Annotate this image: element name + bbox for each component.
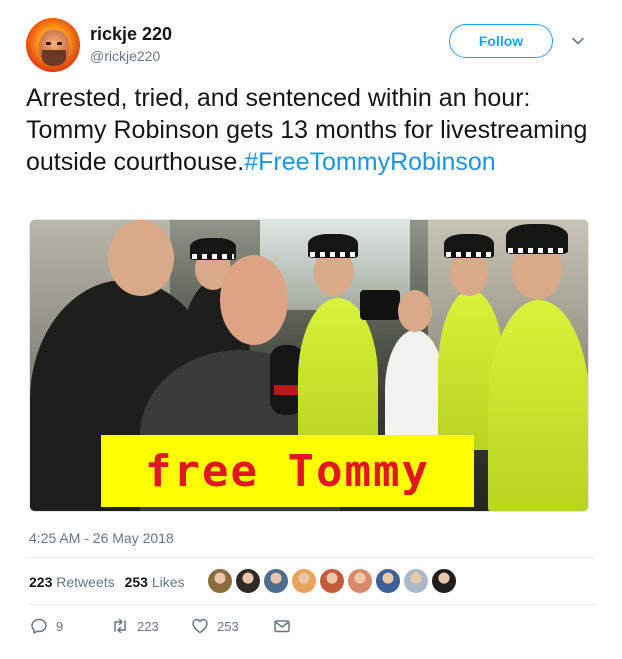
police-cap-band xyxy=(446,252,492,257)
retweet-count: 223 xyxy=(137,618,159,634)
liker-avatar[interactable] xyxy=(375,568,401,594)
photo-head xyxy=(108,220,174,296)
liker-avatar[interactable] xyxy=(235,568,261,594)
tweet-card: rickje 220 @rickje220 Follow Arrested, t… xyxy=(0,0,622,659)
retweet-button[interactable]: 223 xyxy=(111,617,191,635)
free-tommy-banner: free Tommy xyxy=(101,435,474,507)
chevron-down-icon[interactable] xyxy=(570,33,586,49)
likes-stat[interactable]: 253 Likes xyxy=(125,574,185,590)
photo-bystander xyxy=(385,330,445,450)
tweet-text: Arrested, tried, and sentenced within an… xyxy=(26,82,596,178)
liker-avatars xyxy=(207,568,459,594)
tweet-actions: 9 223 253 xyxy=(30,615,291,637)
like-count: 253 xyxy=(217,618,239,634)
retweet-icon xyxy=(114,618,126,634)
police-cap-band xyxy=(310,252,356,257)
liker-avatar[interactable] xyxy=(263,568,289,594)
screen-name[interactable]: @rickje220 xyxy=(90,48,160,64)
like-button[interactable]: 253 xyxy=(191,617,273,635)
retweets-count: 223 xyxy=(29,574,53,590)
direct-message-button[interactable] xyxy=(273,617,291,635)
likes-count: 253 xyxy=(124,574,148,590)
liker-avatar[interactable] xyxy=(347,568,373,594)
photo-officer-hivis xyxy=(298,298,378,458)
divider xyxy=(26,604,596,605)
liker-avatar[interactable] xyxy=(207,568,233,594)
reply-icon xyxy=(31,618,47,634)
photo-camera xyxy=(360,290,400,320)
avatar-eye xyxy=(46,42,51,45)
photo-speaker-head xyxy=(220,255,288,345)
tweet-photo[interactable]: free Tommy xyxy=(29,219,589,512)
photo-head xyxy=(398,290,432,332)
heart-icon xyxy=(192,618,208,634)
photo-mic-label xyxy=(274,385,300,395)
avatar-beard xyxy=(42,50,66,66)
retweets-stat[interactable]: 223 Retweets xyxy=(29,574,115,590)
divider xyxy=(26,557,596,558)
retweets-label: Retweets xyxy=(56,574,115,590)
liker-avatar[interactable] xyxy=(403,568,429,594)
reply-count: 9 xyxy=(56,618,64,634)
reply-button[interactable]: 9 xyxy=(30,617,111,635)
police-cap-band xyxy=(508,248,566,253)
photo-officer-hivis xyxy=(488,300,588,511)
envelope-icon xyxy=(274,620,290,633)
banner-text: free Tommy xyxy=(145,445,430,497)
liker-avatar[interactable] xyxy=(291,568,317,594)
tweet-timestamp[interactable]: 4:25 AM - 26 May 2018 xyxy=(29,530,174,546)
liker-avatar[interactable] xyxy=(431,568,457,594)
follow-button[interactable]: Follow xyxy=(449,24,553,58)
avatar-eye xyxy=(57,42,62,45)
tweet-stats: 223 Retweets 253 Likes xyxy=(29,571,195,593)
police-cap-band xyxy=(192,254,234,259)
avatar[interactable] xyxy=(26,18,80,72)
hashtag-link[interactable]: #FreeTommyRobinson xyxy=(244,148,496,176)
display-name[interactable]: rickje 220 xyxy=(90,24,172,45)
liker-avatar[interactable] xyxy=(319,568,345,594)
likes-label: Likes xyxy=(151,574,185,590)
